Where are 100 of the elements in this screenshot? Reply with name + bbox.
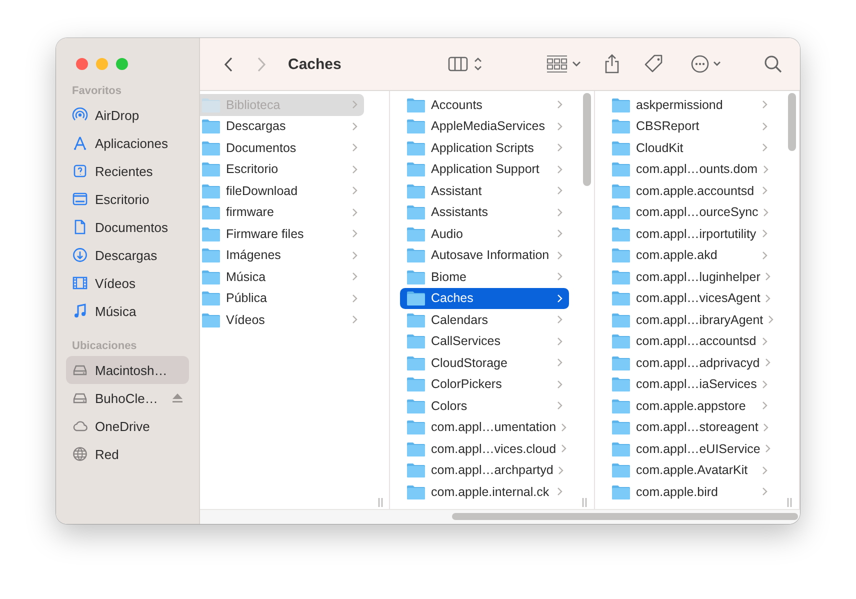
folder-item[interactable]: com.apple.AvatarKit (605, 460, 774, 481)
folder-item[interactable]: fileDownload (200, 180, 364, 202)
folder-item[interactable]: Application Support (400, 158, 569, 180)
folder-item[interactable]: Accounts (400, 94, 569, 116)
folder-item[interactable]: ColorPickers (400, 374, 569, 395)
sidebar-item[interactable]: BuhoCle… (66, 384, 189, 412)
folder-item[interactable]: Caches (400, 288, 569, 309)
folder-item[interactable]: Documentos (200, 137, 364, 158)
folder-item[interactable]: com.apple.bird (605, 481, 774, 502)
folder-icon (611, 419, 631, 436)
folder-item[interactable]: com.appl…accountsd (605, 330, 774, 352)
folder-item[interactable]: com.apple.accountsd (605, 180, 774, 202)
folder-icon (406, 440, 426, 457)
folder-item[interactable]: com.apple.internal.ck (400, 481, 569, 502)
folder-item[interactable]: askpermissiond (605, 94, 774, 116)
folder-icon (201, 247, 221, 264)
folder-item[interactable]: Pública (200, 288, 364, 309)
column-resize-icon[interactable] (378, 498, 383, 507)
folder-item[interactable]: com.apple.akd (605, 244, 774, 266)
folder-icon (406, 333, 426, 350)
sidebar-item[interactable]: AirDrop (66, 101, 189, 129)
folder-item[interactable]: CloudStorage (400, 352, 569, 374)
sidebar-item[interactable]: Documentos (66, 213, 189, 241)
window-title: Caches (288, 56, 342, 72)
folder-item[interactable]: Assistants (400, 202, 569, 223)
folder-icon (201, 226, 221, 242)
folder-icon (611, 333, 631, 350)
column-resize-icon[interactable] (787, 498, 792, 507)
folder-item[interactable]: CloudKit (605, 137, 774, 158)
folder-item[interactable]: com.apple.appstore (605, 395, 774, 416)
folder-item[interactable]: Descargas (200, 116, 364, 137)
folder-item[interactable]: Escritorio (200, 158, 364, 180)
folder-icon (406, 419, 426, 436)
folder-item[interactable]: CallServices (400, 330, 569, 352)
chevron-left-icon (224, 56, 233, 72)
chevron-icon (557, 358, 563, 368)
folder-item[interactable]: Música (200, 266, 364, 288)
folder-item[interactable]: com.appl…eUIService (605, 438, 774, 460)
sidebar-item[interactable]: Vídeos (66, 269, 189, 297)
sidebar-item[interactable]: Macintosh… (66, 356, 189, 384)
folder-item[interactable]: CBSReport (605, 116, 774, 137)
chevron-icon (762, 380, 768, 389)
chevron-icon (352, 294, 358, 303)
chevron-icon (762, 336, 768, 346)
document-icon (72, 219, 88, 235)
folder-item[interactable]: Calendars (400, 309, 569, 330)
column-resize-icon[interactable] (582, 498, 587, 507)
folder-item[interactable]: Imágenes (200, 244, 364, 266)
chevron-icon (763, 422, 770, 432)
folder-item[interactable]: Vídeos (200, 309, 364, 330)
sidebar-item[interactable]: OneDrive (66, 412, 189, 440)
folder-item[interactable]: Autosave Information (400, 244, 569, 266)
folder-item[interactable]: Audio (400, 223, 569, 244)
folder-icon (406, 354, 426, 371)
chevron-icon (557, 164, 563, 174)
folder-item[interactable]: com.appl…archpartyd (400, 460, 569, 481)
folder-item[interactable]: com.appl…vicesAgent (605, 288, 774, 309)
folder-icon (406, 140, 426, 156)
folder-item[interactable]: com.appl…ounts.dom (605, 158, 774, 180)
folder-item[interactable]: com.appl…adprivacyd (605, 352, 774, 374)
scrollbar[interactable] (583, 93, 591, 186)
chevron-icon (558, 466, 564, 475)
folder-item[interactable]: com.appl…vices.cloud (400, 438, 569, 460)
scrollbar[interactable] (452, 513, 798, 520)
folder-item[interactable]: Application Scripts (400, 137, 569, 158)
folder-item[interactable]: Assistant (400, 180, 569, 202)
music-note-icon (72, 303, 88, 319)
folder-item[interactable]: com.appl…umentation (400, 416, 569, 438)
sidebar-item[interactable]: Música (66, 297, 189, 325)
folder-item[interactable]: com.appl…irportutility (605, 223, 774, 244)
sidebar-item[interactable]: Recientes (66, 157, 189, 185)
folder-item[interactable]: Firmware files (200, 223, 364, 244)
folder-item[interactable]: Colors (400, 395, 569, 416)
folder-item[interactable]: com.appl…ourceSync (605, 202, 774, 223)
sidebar-item[interactable]: Aplicaciones (66, 129, 189, 157)
eject-icon[interactable] (172, 393, 183, 403)
folder-item[interactable]: Biome (400, 266, 569, 288)
folder-item[interactable]: com.appl…storeagent (605, 416, 774, 438)
folder-item[interactable]: firmware (200, 202, 364, 223)
folder-icon (406, 376, 426, 392)
folder-icon (611, 462, 631, 478)
sidebar-item[interactable]: Escritorio (66, 185, 189, 213)
folder-item[interactable]: com.appl…ibraryAgent (605, 309, 774, 330)
minimize-button[interactable] (96, 58, 108, 70)
sidebar-heading: Favoritos (71, 84, 123, 99)
folder-icon (201, 96, 221, 113)
close-button[interactable] (76, 58, 88, 70)
sidebar-item[interactable]: Red (66, 440, 189, 468)
folder-icon (406, 312, 426, 328)
folder-item[interactable]: com.appl…luginhelper (605, 266, 774, 288)
chevron-icon (557, 143, 563, 152)
folder-item[interactable]: AppleMediaServices (400, 116, 569, 137)
chevron-icon (764, 358, 771, 368)
scrollbar[interactable] (788, 93, 796, 151)
folder-item[interactable]: com.appl…iaServices (605, 374, 774, 395)
folder-icon (201, 140, 221, 156)
zoom-button[interactable] (116, 58, 128, 70)
folder-icon (611, 354, 631, 371)
sidebar-item[interactable]: Descargas (66, 241, 189, 269)
apps-icon (72, 135, 88, 151)
